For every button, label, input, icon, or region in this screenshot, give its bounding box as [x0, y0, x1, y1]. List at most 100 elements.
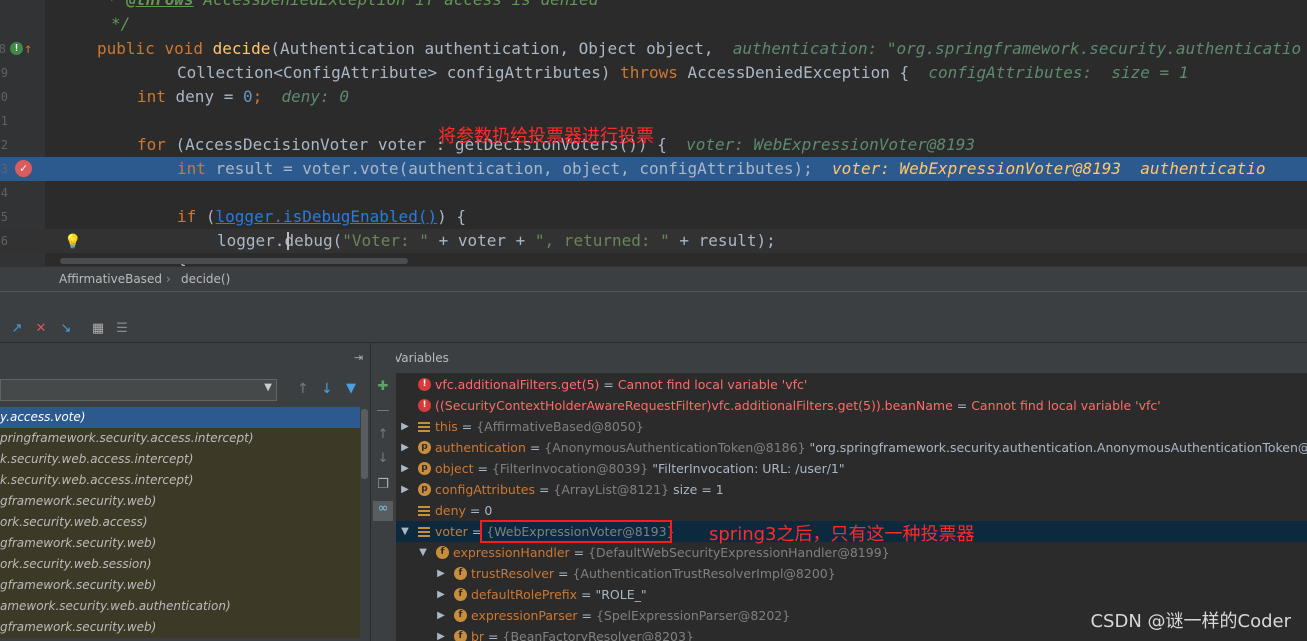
variables-panel: ☰ Variables ! vfc.additionalFilters.get(5… — [396, 343, 1307, 641]
paren-close: ) { — [437, 207, 466, 226]
expand-arrow-icon[interactable]: ▶ — [436, 563, 446, 584]
variable-row[interactable]: deny = 0 — [396, 500, 1307, 521]
code-line: 9 Collection<ConfigAttribute> configAttr… — [0, 61, 1307, 85]
line-number: 2 — [0, 138, 8, 152]
debug-step-toolbar: ↗ ✕ ↘ ▦ ☰ — [0, 317, 1307, 343]
frame-item[interactable]: gframework.security.web) — [0, 575, 360, 596]
variable-name: expressionParser — [471, 608, 578, 623]
kw-void: void — [164, 39, 203, 58]
frame-item[interactable]: k.security.web.access.intercept) — [0, 470, 360, 491]
frame-up-icon[interactable]: ↑ — [297, 381, 309, 397]
run-to-cursor-icon[interactable]: ↘ — [58, 321, 74, 337]
trace-icon[interactable]: ☰ — [114, 321, 130, 337]
variable-name: authentication — [435, 440, 526, 455]
equals-sign: = — [952, 398, 972, 413]
expand-arrow-icon[interactable]: ▶ — [400, 437, 410, 458]
variable-value: "ROLE_" — [595, 587, 647, 602]
scrollbar-thumb[interactable] — [361, 409, 368, 479]
show-watches-icon[interactable]: ∞ — [373, 501, 393, 521]
variable-row[interactable]: ▶ f defaultRolePrefix = "ROLE_" — [396, 584, 1307, 605]
variable-row[interactable]: ▶ p object = {FilterInvocation@8039} "Filt… — [396, 458, 1307, 479]
error-icon: ! — [418, 399, 431, 412]
variable-row[interactable]: ▶ f trustResolver = {AuthenticationTrustRe… — [396, 563, 1307, 584]
frame-item[interactable]: gframework.security.web) — [0, 491, 360, 512]
expand-arrow-icon[interactable]: ▶ — [436, 605, 446, 626]
local-variable-icon — [418, 525, 431, 538]
equals-sign: = — [577, 587, 596, 602]
expand-arrow-icon[interactable]: ▶ — [436, 584, 446, 605]
code-line: 8 ! ↑ public void decide(Authentication … — [0, 37, 1307, 61]
comment-end: */ — [111, 14, 131, 33]
variables-title: Variables — [396, 351, 449, 365]
frames-scrollbar[interactable] — [360, 407, 369, 641]
frame-item[interactable]: gframework.security.web) — [0, 617, 360, 638]
frame-item[interactable]: gframework.security.web) — [0, 533, 360, 554]
new-watch-icon[interactable]: ✚ — [375, 379, 391, 395]
remove-watch-icon[interactable]: — — [375, 403, 391, 419]
exception-type: AccessDeniedException { — [677, 63, 910, 82]
frame-item[interactable]: pringframework.security.access.intercept… — [0, 428, 360, 449]
frame-item[interactable]: amework.security.web.authentication) — [0, 596, 360, 617]
lightbulb-icon[interactable]: 💡 — [64, 230, 81, 254]
variable-text: expressionParser = {SpelExpressionParser… — [471, 605, 790, 626]
inline-debug-value: authenticatio — [1140, 159, 1266, 178]
breadcrumb: AffirmativeBased › decide() — [0, 266, 1307, 291]
move-up-icon[interactable]: ↑ — [375, 427, 391, 443]
drop-frame-icon[interactable]: ✕ — [33, 321, 49, 337]
variable-row[interactable]: ▶ this = {AffirmativeBased@8050} — [396, 416, 1307, 437]
pin-icon[interactable]: ⇥ — [354, 351, 363, 364]
breakpoint-icon[interactable]: ✓ — [15, 160, 32, 177]
variable-text: deny = 0 — [435, 500, 492, 521]
method-name: decide — [212, 39, 271, 58]
editor-scrollbar[interactable] — [60, 258, 408, 264]
expand-arrow-icon[interactable]: ▶ — [400, 458, 410, 479]
variable-type: {SpelExpressionParser@8202} — [595, 608, 791, 623]
variable-error: Cannot find local variable 'vfc' — [971, 398, 1161, 413]
filter-icon[interactable]: ▼ — [346, 381, 356, 396]
expand-arrow-icon[interactable]: ▶ — [436, 626, 446, 641]
breadcrumb-method[interactable]: decide() — [181, 267, 230, 291]
frames-panel: ⇥ ▼ ↑ ↓ ▼ y.access.vote) pringframework.… — [0, 343, 370, 641]
variable-row[interactable]: ▶ p configAttributes = {ArrayList@8121} si… — [396, 479, 1307, 500]
inline-debug-value: voter: WebExpressionVoter@8193 — [686, 135, 976, 154]
variable-name: vfc.additionalFilters.get(5) — [435, 377, 600, 392]
variable-name: trustResolver — [471, 566, 555, 581]
variable-text: ((SecurityContextHolderAwareRequestFilte… — [435, 395, 1161, 416]
expand-arrow-icon[interactable]: ▶ — [400, 479, 410, 500]
frame-item[interactable]: k.security.web.access.intercept) — [0, 449, 360, 470]
step-out-icon[interactable]: ↗ — [9, 321, 25, 337]
copy-icon[interactable]: ❐ — [375, 477, 391, 493]
code-editor[interactable]: * @throws AccessDeniedException if acces… — [0, 0, 1307, 266]
equals-sign: = — [484, 629, 503, 641]
frame-down-icon[interactable]: ↓ — [321, 381, 333, 397]
concat-end: + result); — [669, 231, 776, 250]
implements-icon[interactable]: ! — [10, 42, 23, 55]
equals-sign: = — [473, 461, 492, 476]
variable-type: {AffirmativeBased@8050} — [476, 419, 644, 434]
variable-row[interactable]: ▶ p authentication = {AnonymousAuthenticat… — [396, 437, 1307, 458]
line-number: 9 — [0, 66, 8, 80]
collapse-arrow-icon[interactable]: ▼ — [400, 521, 410, 542]
equals-sign: = — [465, 503, 485, 518]
move-down-icon[interactable]: ↓ — [375, 451, 391, 467]
variable-type: {ArrayList@8121} — [553, 482, 670, 497]
frame-item[interactable]: y.access.vote) — [0, 407, 360, 428]
variable-row[interactable]: ! ((SecurityContextHolderAwareRequestFilt… — [396, 395, 1307, 416]
variable-row[interactable]: ! vfc.additionalFilters.get(5) = Cannot f… — [396, 374, 1307, 395]
params-cont: Collection<ConfigAttribute> configAttrib… — [177, 63, 621, 82]
line-number: 0 — [0, 90, 8, 104]
debug-call: debug( — [284, 231, 343, 250]
expand-arrow-icon[interactable]: ▶ — [400, 416, 410, 437]
variable-text: trustResolver = {AuthenticationTrustReso… — [471, 563, 836, 584]
variable-name: voter — [435, 524, 468, 539]
line-number: 4 — [0, 186, 8, 200]
evaluate-expression-icon[interactable]: ▦ — [90, 321, 106, 337]
frame-item[interactable]: ork.security.web.access) — [0, 512, 360, 533]
frame-item[interactable]: ork.security.web.session) — [0, 554, 360, 575]
paren: ( — [196, 207, 216, 226]
collapse-arrow-icon[interactable]: ▼ — [418, 542, 428, 563]
breadcrumb-class[interactable]: AffirmativeBased — [59, 267, 162, 291]
override-arrow-icon[interactable]: ↑ — [24, 37, 32, 61]
debug-enabled-call[interactable]: logger.isDebugEnabled() — [216, 207, 438, 226]
thread-selector[interactable]: ▼ — [0, 379, 277, 401]
